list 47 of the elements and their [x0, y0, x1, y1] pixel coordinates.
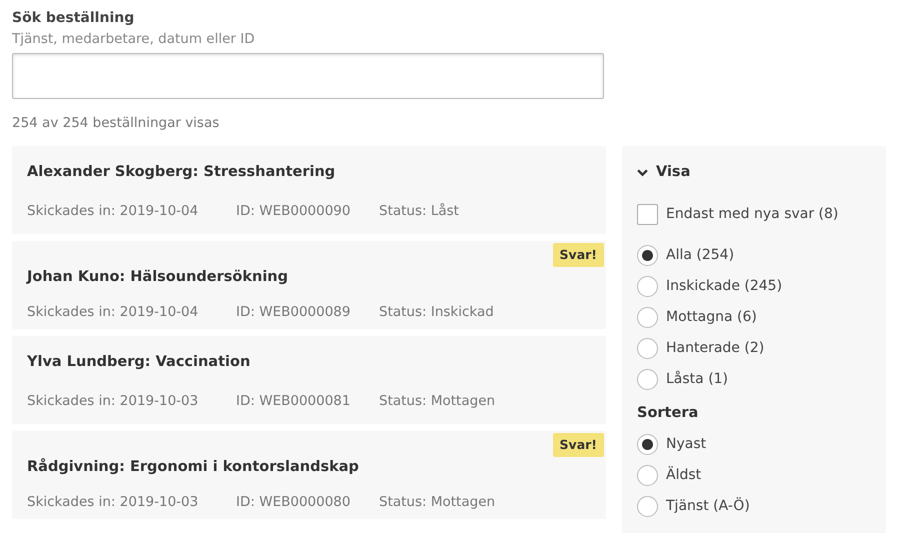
chevron-icon[interactable]: [637, 166, 648, 178]
option-label[interactable]: Nyast: [666, 434, 706, 455]
order-card[interactable]: Ylva Lundberg: Vaccination Skickades in: 2019-10-03 ID: WEB0000081 Status: Mottagen: [12, 336, 606, 424]
checkbox[interactable]: [637, 204, 658, 226]
panel-title[interactable]: Visa: [656, 162, 690, 184]
sort-title: Sortera: [637, 404, 700, 424]
option-label[interactable]: Endast med nya svar (8): [666, 204, 838, 226]
option-label[interactable]: Äldst: [666, 465, 702, 486]
order-card[interactable]: Rådgivning: Ergonomi i kontorslandskap Skickades in: 2019-10-03 ID: WEB0000080 Status: Mottagen Svar!: [12, 430, 606, 518]
result-count: 254 av 254 beställningar visas: [12, 114, 220, 134]
radio-button[interactable]: [637, 465, 658, 486]
order-id: ID: WEB0000080: [236, 493, 352, 512]
order-id: ID: WEB0000089: [236, 303, 352, 322]
order-status: Status: Mottagen: [379, 392, 496, 412]
order-status: Status: Inskickad: [379, 303, 494, 322]
radio-button[interactable]: [637, 434, 658, 455]
order-title: Ylva Lundberg: Vaccination: [27, 352, 252, 372]
radio-button[interactable]: [637, 276, 658, 298]
radio-button[interactable]: [637, 245, 658, 266]
radio-button[interactable]: [637, 338, 658, 360]
option-label[interactable]: Mottagna (6): [666, 307, 757, 328]
option-label[interactable]: Låsta (1): [666, 369, 728, 390]
order-date: Skickades in: 2019-10-04: [27, 303, 200, 322]
search-hint: Tjänst, medarbetare, datum eller ID: [12, 30, 256, 49]
option-label[interactable]: Hanterade (2): [666, 338, 764, 360]
order-title: Johan Kuno: Hälsoundersökning: [27, 268, 289, 286]
order-card[interactable]: Alexander Skogberg: Stresshantering Skickades in: 2019-10-04 ID: WEB0000090 Status: Låst: [12, 146, 606, 234]
order-card[interactable]: Johan Kuno: Hälsoundersökning Skickades in: 2019-10-04 ID: WEB0000089 Status: Inskickad Svar!: [12, 240, 606, 328]
order-status: Status: Låst: [379, 202, 459, 222]
reply-badge: Svar!: [552, 432, 604, 458]
order-title: Rådgivning: Ergonomi i kontorslandskap: [27, 457, 360, 476]
order-status: Status: Mottagen: [379, 493, 496, 512]
order-title: Alexander Skogberg: Stresshantering: [27, 162, 336, 182]
search-field[interactable]: [12, 53, 604, 100]
order-id: ID: WEB0000090: [236, 202, 352, 222]
option-label[interactable]: Alla (254): [666, 245, 734, 266]
radio-button[interactable]: [637, 307, 658, 328]
reply-badge: Svar!: [552, 242, 604, 268]
order-date: Skickades in: 2019-10-03: [27, 493, 200, 512]
option-label[interactable]: Inskickade (245): [666, 276, 782, 298]
radio-button[interactable]: [637, 369, 658, 390]
search-label: Sök beställning: [12, 9, 136, 28]
order-date: Skickades in: 2019-10-04: [27, 202, 200, 222]
order-date: Skickades in: 2019-10-03: [27, 392, 200, 412]
order-id: ID: WEB0000081: [236, 392, 352, 412]
option-label[interactable]: Tjänst (A-Ö): [666, 496, 750, 517]
radio-button[interactable]: [637, 496, 658, 517]
